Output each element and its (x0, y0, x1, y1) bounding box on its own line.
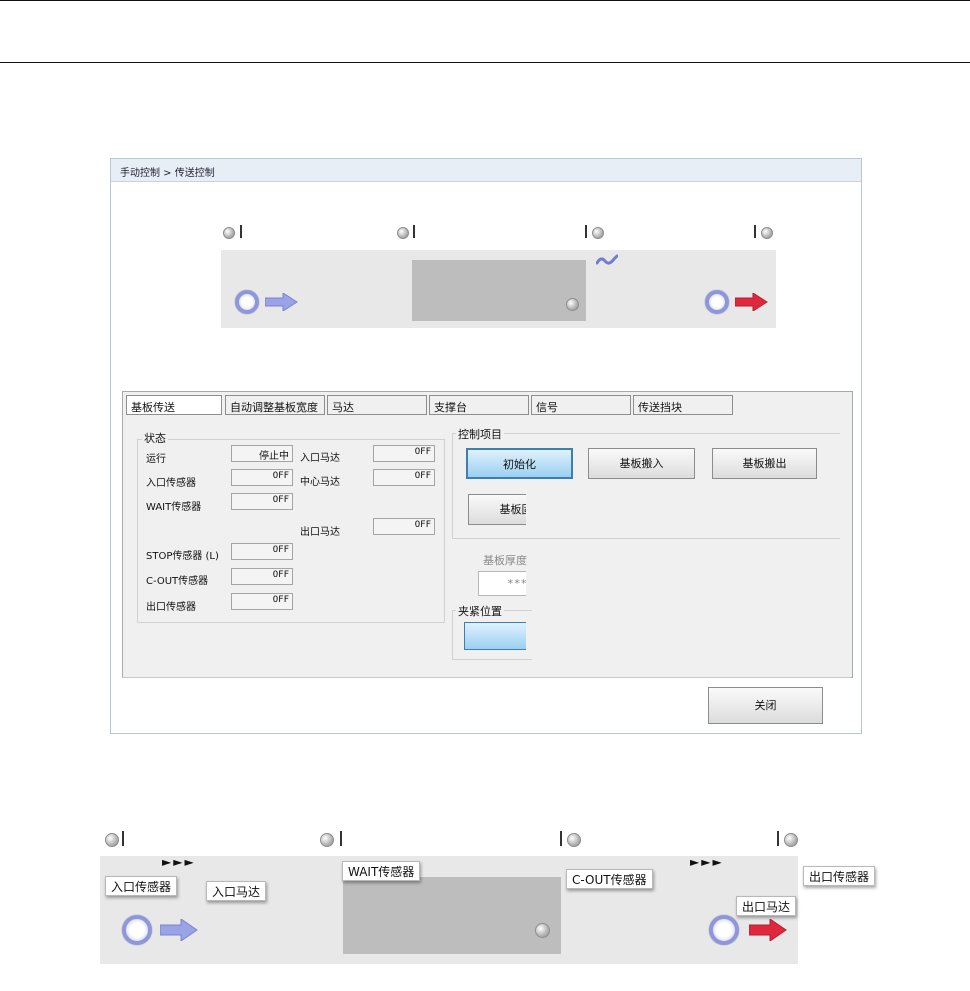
status-label-center-motor: 中心马达 (300, 477, 340, 488)
stopper-button[interactable]: 挡块 (464, 622, 526, 650)
exit-motor-ring-icon (705, 290, 729, 314)
top-border-line (0, 0, 970, 1)
diagram-entry-sensor-bar (122, 831, 124, 846)
tab-board-transfer[interactable]: 基板传送 (126, 395, 222, 415)
diagram-exit-sensor-bar (777, 831, 779, 846)
callout-entry-motor: 入口马达 (206, 881, 267, 901)
diagram-board-area (343, 877, 561, 954)
tab-stopper[interactable]: 传送挡块 (633, 395, 733, 415)
board-unload-button[interactable]: 基板搬出 (712, 448, 817, 479)
status-label-entry-motor: 入口马达 (300, 453, 340, 464)
wait-sensor-indicator-icon (397, 227, 409, 239)
entry-direction-marks: ►►► (162, 855, 196, 869)
entry-motor-arrow-icon (265, 293, 298, 311)
status-label-exit-sensor: 出口传感器 (146, 602, 196, 613)
conveyor-area (221, 250, 776, 328)
exit-sensor-indicator-icon (761, 227, 773, 239)
diagram-conveyor-area (100, 856, 798, 964)
status-value-entry-sensor: OFF (231, 469, 293, 486)
entry-sensor-bar (240, 225, 242, 238)
diagram-entry-motor-arrow-icon (160, 919, 198, 941)
entry-motor-ring-icon (235, 290, 259, 314)
thickness-input[interactable]: *** (478, 571, 526, 596)
status-value-exit-sensor: OFF (231, 593, 293, 610)
status-label-run: 运行 (146, 454, 166, 465)
status-value-entry-motor: OFF (373, 445, 435, 462)
breadcrumb-text: 手动控制 > 传送控制 (120, 168, 215, 179)
board-load-button[interactable]: 基板搬入 (588, 448, 695, 479)
status-label-wait-sensor: WAIT传感器 (146, 502, 202, 513)
status-value-center-motor: OFF (373, 469, 435, 486)
header-divider-line (0, 62, 970, 63)
diagram-cout-sensor-indicator-icon (567, 833, 581, 847)
diagram-wait-sensor-bar (340, 831, 342, 846)
clamp-button-clip: 挡块 (464, 622, 526, 650)
board-fix-button[interactable]: 基板固定 (468, 494, 526, 525)
tab-motor[interactable]: 马达 (327, 395, 427, 415)
diagram-stop-sensor-indicator-icon (535, 923, 550, 938)
diagram-cout-sensor-bar (560, 831, 562, 846)
status-value-exit-motor: OFF (373, 518, 435, 535)
tab-support-table[interactable]: 支撑台 (429, 395, 529, 415)
transfer-control-window: 手动控制 > 传送控制 基板传送 自动调整基板宽度 马达 支撑台 信号 传送挡块… (110, 158, 862, 734)
cout-sensor-indicator-icon (592, 227, 604, 239)
status-value-stop-sensor: OFF (231, 543, 293, 560)
footer-divider (122, 677, 851, 678)
diagram-entry-sensor-indicator-icon (105, 833, 119, 847)
board-area (412, 260, 586, 321)
status-label-exit-motor: 出口马达 (300, 527, 340, 538)
callout-exit-motor: 出口马达 (736, 896, 797, 916)
diagram-wait-sensor-indicator-icon (320, 833, 334, 847)
tab-signal[interactable]: 信号 (531, 395, 631, 415)
wave-icon (596, 254, 618, 268)
status-title: 状态 (142, 430, 168, 446)
board-fix-clip: 基板固定 (468, 494, 526, 526)
close-button[interactable]: 关闭 (708, 687, 823, 724)
wait-sensor-bar (413, 225, 415, 238)
status-label-cout-sensor: C-OUT传感器 (146, 576, 209, 587)
clamp-label: 夹紧位置 (456, 603, 504, 619)
status-value-wait-sensor: OFF (231, 493, 293, 510)
callout-exit-sensor: 出口传感器 (803, 866, 876, 886)
exit-motor-arrow-icon (735, 293, 768, 311)
status-label-stop-sensor: STOP传感器 (L) (146, 551, 219, 562)
diagram-entry-motor-ring-icon (122, 915, 152, 945)
init-button[interactable]: 初始化 (466, 448, 573, 479)
diagram-exit-motor-arrow-icon (749, 919, 787, 941)
control-title: 控制项目 (456, 426, 504, 442)
callout-cout-sensor: C-OUT传感器 (566, 869, 653, 889)
exit-sensor-bar (754, 225, 756, 238)
thickness-clip: *** (478, 571, 526, 596)
diagram-exit-motor-ring-icon (709, 915, 739, 945)
entry-sensor-indicator-icon (223, 227, 235, 239)
cout-sensor-bar (585, 225, 587, 238)
callout-wait-sensor: WAIT传感器 (342, 861, 421, 881)
breadcrumb: 手动控制 > 传送控制 (111, 159, 861, 182)
diagram-exit-sensor-indicator-icon (784, 833, 798, 847)
exit-direction-marks: ►►► (690, 855, 724, 869)
thickness-label: 基板厚度 (483, 554, 527, 567)
status-value-run: 停止中 (231, 445, 293, 462)
stop-sensor-indicator-icon (566, 298, 579, 311)
tab-auto-width[interactable]: 自动调整基板宽度 (225, 395, 325, 415)
status-label-entry-sensor: 入口传感器 (146, 478, 196, 489)
callout-entry-sensor: 入口传感器 (105, 876, 178, 896)
status-value-cout-sensor: OFF (231, 568, 293, 585)
